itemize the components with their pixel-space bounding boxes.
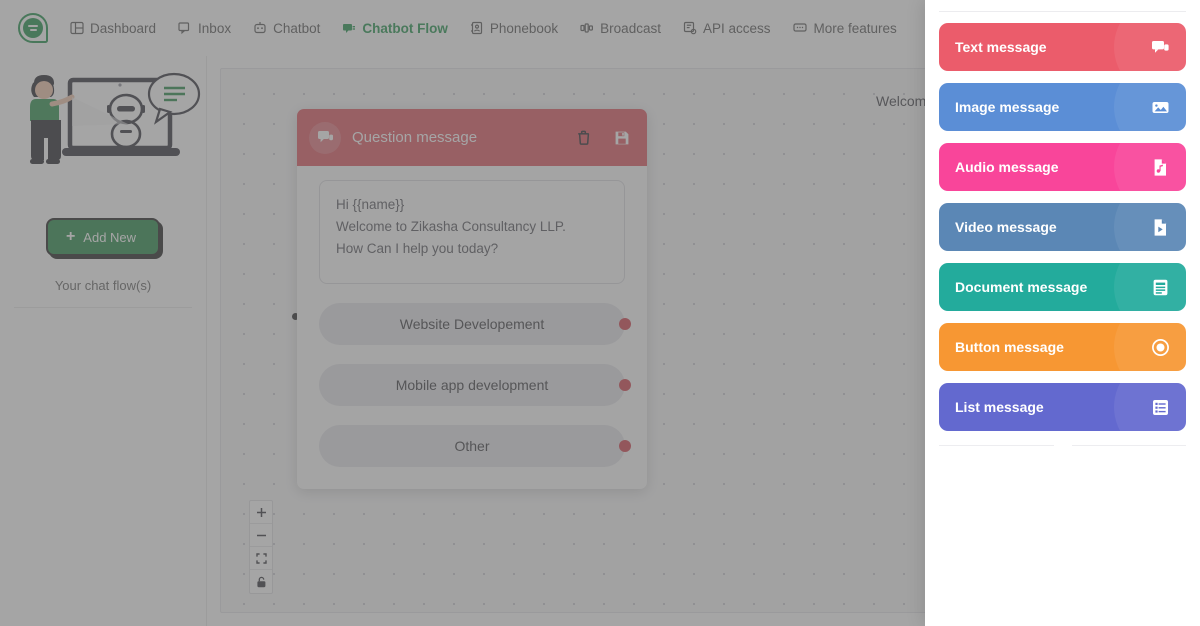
- option-output-handle[interactable]: [619, 318, 631, 330]
- message-type-label: Image message: [955, 99, 1060, 115]
- message-type-label: Button message: [955, 339, 1064, 355]
- panel-bottom-divider: [939, 445, 1186, 446]
- nav-label: More features: [813, 20, 897, 36]
- panel-top-divider: [939, 11, 1186, 12]
- message-type-label: Video message: [955, 219, 1057, 235]
- node-title: Question message: [352, 129, 478, 146]
- chat-bubble-icon: [1151, 38, 1170, 57]
- api-icon: [683, 21, 697, 35]
- message-type-image[interactable]: Image message: [939, 83, 1186, 131]
- question-text-box[interactable]: Hi {{name}} Welcome to Zikasha Consultan…: [319, 180, 625, 284]
- robot-icon: [253, 21, 267, 35]
- left-sidebar: + Add New Your chat flow(s): [0, 56, 207, 626]
- option-label: Mobile app development: [395, 377, 549, 393]
- option-label: Other: [454, 438, 490, 454]
- app-root: Dashboard Inbox Chatbot Chatbot Flow Pho…: [0, 0, 1200, 626]
- nav-item-chatbot-flow[interactable]: Chatbot Flow: [342, 20, 448, 36]
- option-output-handle[interactable]: [619, 440, 631, 452]
- logo-glyph: [23, 18, 43, 38]
- node-header: Question message: [297, 109, 647, 166]
- zikasha-chat-logo[interactable]: [18, 13, 48, 43]
- chat-bubble-icon: [309, 121, 341, 154]
- nav-label: API access: [702, 20, 771, 36]
- message-type-label: List message: [955, 399, 1044, 415]
- nav-label: Phonebook: [489, 20, 559, 36]
- contacts-icon: [470, 21, 484, 35]
- trash-icon[interactable]: [572, 127, 594, 149]
- more-features-icon: [792, 21, 808, 35]
- nav-item-api-access[interactable]: API access: [683, 21, 771, 36]
- add-new-button[interactable]: + Add New: [45, 218, 161, 256]
- message-type-label: Document message: [955, 279, 1088, 295]
- audio-file-icon: [1151, 158, 1170, 177]
- message-line: How Can I help you today?: [336, 240, 499, 256]
- nav-item-dashboard[interactable]: Dashboard: [70, 21, 156, 36]
- list-icon: [1151, 398, 1170, 417]
- message-type-list[interactable]: List message: [939, 383, 1186, 431]
- nav-label: Inbox: [198, 20, 232, 36]
- lock-icon[interactable]: [250, 570, 272, 593]
- nav-label: Broadcast: [600, 20, 661, 36]
- option-button[interactable]: Other: [319, 425, 631, 467]
- radio-button-icon: [1151, 338, 1170, 357]
- message-type-text[interactable]: Text message: [939, 23, 1186, 71]
- nav-item-more-features[interactable]: More features: [792, 20, 897, 36]
- message-type-document[interactable]: Document message: [939, 263, 1186, 311]
- canvas-controls: [249, 500, 273, 594]
- flow-icon: [342, 21, 356, 35]
- your-chat-flows-label: Your chat flow(s): [14, 278, 192, 308]
- message-line: Welcome to Zikasha Consultancy LLP.: [336, 218, 566, 234]
- broadcast-icon: [580, 21, 594, 35]
- dashboard-icon: [70, 21, 84, 35]
- person-with-chatbot-illustration: [0, 64, 207, 194]
- save-icon[interactable]: [611, 127, 633, 149]
- video-file-icon: [1151, 218, 1170, 237]
- divider-segment: [1071, 445, 1186, 446]
- option-label: Website Developement: [399, 316, 545, 332]
- document-icon: [1151, 278, 1170, 297]
- nav-label: Chatbot: [273, 20, 321, 36]
- zoom-out-control[interactable]: [250, 524, 272, 547]
- node-body: Hi {{name}} Welcome to Zikasha Consultan…: [297, 166, 647, 489]
- nav-item-inbox[interactable]: Inbox: [178, 21, 231, 36]
- message-line: Hi {{name}}: [336, 197, 405, 212]
- message-type-audio[interactable]: Audio message: [939, 143, 1186, 191]
- option-button[interactable]: Mobile app development: [319, 364, 631, 406]
- nav-item-broadcast[interactable]: Broadcast: [580, 21, 661, 36]
- nav-label: Dashboard: [90, 20, 157, 36]
- message-type-label: Text message: [955, 39, 1047, 55]
- message-type-video[interactable]: Video message: [939, 203, 1186, 251]
- zoom-in-control[interactable]: [250, 501, 272, 524]
- message-type-label: Audio message: [955, 159, 1059, 175]
- message-type-panel: Text message Image message Audio message…: [925, 0, 1200, 626]
- add-new-label: Add New: [83, 229, 137, 245]
- nav-item-phonebook[interactable]: Phonebook: [470, 21, 558, 36]
- nav-item-chatbot[interactable]: Chatbot: [253, 21, 320, 36]
- image-icon: [1151, 98, 1170, 117]
- question-message-node[interactable]: Question message Hi {{name}} Welcome to …: [297, 109, 647, 489]
- nav-label: Chatbot Flow: [362, 20, 448, 36]
- fit-screen-icon[interactable]: [250, 547, 272, 570]
- message-type-list: Text message Image message Audio message…: [939, 0, 1186, 431]
- plus-icon: +: [65, 228, 76, 245]
- divider-segment: [939, 445, 1054, 446]
- option-button[interactable]: Website Developement: [319, 303, 631, 345]
- option-output-handle[interactable]: [619, 379, 631, 391]
- inbox-icon: [178, 21, 192, 35]
- add-new-button-wrap: + Add New: [0, 218, 206, 256]
- message-type-button[interactable]: Button message: [939, 323, 1186, 371]
